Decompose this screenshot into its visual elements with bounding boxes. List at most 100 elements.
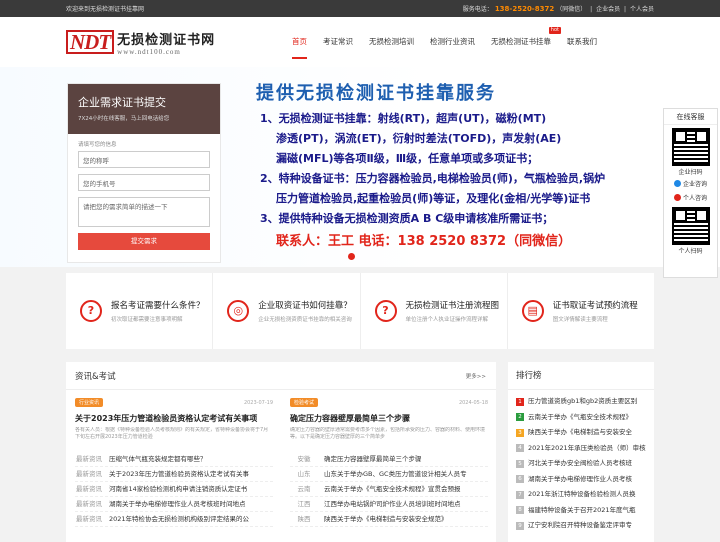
carousel-dot[interactable] xyxy=(348,253,355,260)
rank-item[interactable]: 4 2021年2021年承压类检验员（师）审核 xyxy=(516,441,646,457)
user-icon: ◎ xyxy=(227,300,250,322)
separator: | xyxy=(590,6,593,13)
hero: 提供无损检测证书挂靠服务 1、无损检测证书挂靠：射线(RT)，超声(UT)，磁粉… xyxy=(0,67,720,267)
item-title: 确定压力容器壁厚最简单三个步骤 xyxy=(324,455,422,463)
rank-number: 2 xyxy=(516,413,524,422)
rank-item[interactable]: 1 压力管道资质gb1和gb2资质主要区别 xyxy=(516,394,646,410)
nav-exam-knowledge[interactable]: 考证常识 xyxy=(315,17,361,67)
list-item[interactable]: 陕西 陕西关于举办《电梯制造与安装安全规范》 xyxy=(290,512,488,527)
personal-scan-label: 个人扫码 xyxy=(678,248,703,255)
list-item[interactable]: 山东 山东关于举办GB、GC类压力管道设计相关人员专 xyxy=(290,467,488,482)
separator: | xyxy=(624,6,627,13)
welcome-text: 欢迎来到无损检测证书挂靠网 xyxy=(66,6,145,13)
nav-certificate[interactable]: 无损检测证书挂靠 hot xyxy=(483,17,561,67)
list-item[interactable]: 云南 云南关于举办《气瓶安全技术规程》宣贯会预报 xyxy=(290,482,488,497)
rank-title: 辽宁安利院召开特种设备鉴定评审专 xyxy=(528,521,632,529)
service-sub: 企业无损检测资质证书挂靠的相关咨询 xyxy=(258,317,352,323)
list-item[interactable]: 最新资讯 2021年特检协会无损检测机构级别评定结果的公 xyxy=(75,512,273,527)
form-subtitle: 7X24小时在线客服，马上回电话给您 xyxy=(78,116,170,122)
corp-consult-link[interactable]: 企业咨询 xyxy=(664,176,717,190)
list-item[interactable]: 安徽 确定压力容器壁厚最简单三个步骤 xyxy=(290,452,488,467)
description-field[interactable]: 请把您的需求简单的描述一下 xyxy=(78,197,210,227)
submit-button[interactable]: 提交需求 xyxy=(78,233,210,250)
banner-line: 漏磁(MFL)等各项Ⅱ级，Ⅲ级，任意单项或多项证书； xyxy=(276,152,539,165)
item-title: 2021年特检协会无损检测机构级别评定结果的公 xyxy=(109,515,250,523)
service-strip: ? 报名考证需要什么条件？ 初次取证都需要注意事项明解 ◎ 企业取资证书如何挂靠？… xyxy=(66,273,654,349)
rank-title: 2021年2021年承压类检验员（师）审核 xyxy=(528,443,646,452)
nav-ndt-training[interactable]: 无损检测培训 xyxy=(361,17,422,67)
list-item[interactable]: 最新资讯 关于2023年压力管道检验员资格认定考试有关事 xyxy=(75,467,273,482)
news-header: 资讯&考试 更多>> xyxy=(66,362,496,390)
featured-headline[interactable]: 确定压力容器壁厚最简单三个步骤 xyxy=(290,413,488,424)
banner-line: 1、无损检测证书挂靠：射线(RT)，超声(UT)，磁粉(MT) xyxy=(260,112,547,125)
hero-banner[interactable]: 提供无损检测证书挂靠服务 1、无损检测证书挂靠：射线(RT)，超声(UT)，磁粉… xyxy=(226,67,720,267)
news-column-left: 行业资讯 2023-07-19 关于2023年压力管道检验员资格认定考试有关事项 … xyxy=(66,390,281,527)
featured-desc: 确定压力容器的壁厚通常需要考虑多个因素，包括所承受的压力、容器的材料、使用环境等… xyxy=(290,427,486,440)
banner-headline: 提供无损检测证书挂靠服务 xyxy=(256,83,496,104)
logo-name: 无损检测证书网 xyxy=(117,32,216,48)
ranking-panel: 排行榜 1 压力管道资质gb1和gb2资质主要区别 2 云南关于举办《气瓶安全技术规… xyxy=(508,362,654,542)
document-icon: ▤ xyxy=(521,300,544,322)
news-panel: 资讯&考试 更多>> 行业资讯 2023-07-19 关于2023年压力管道检验员… xyxy=(66,362,496,542)
item-category: 陕西 xyxy=(297,515,311,523)
service-title: 在线客服 xyxy=(664,109,717,125)
news-date: 2024-05-18 xyxy=(458,400,488,406)
more-link[interactable]: 更多>> xyxy=(466,372,486,380)
rank-item[interactable]: 3 陕西关于举办《电梯制造与安装安全 xyxy=(516,425,646,441)
category-tag[interactable]: 检验考试 xyxy=(290,398,319,407)
service-item[interactable]: ▤ 证书取证考试预约流程 图文详情解读主要流程 xyxy=(508,273,654,349)
service-item[interactable]: ? 无损检测证书注册流程图 单位注册个人执业证操作流程详解 xyxy=(361,273,508,349)
rank-title: 2021年浙江特种设备检验检测人员换 xyxy=(528,490,636,498)
corp-scan-label: 企业扫码 xyxy=(678,169,703,176)
nav-industry-news[interactable]: 检测行业资讯 xyxy=(422,17,483,67)
rank-number: 4 xyxy=(516,444,524,453)
featured-headline[interactable]: 关于2023年压力管道检验员资格认定考试有关事项 xyxy=(75,413,273,424)
login-link[interactable]: 企业会员 xyxy=(596,6,620,13)
item-title: 湖南关于举办电梯修理作业人员考核班时间地点 xyxy=(109,500,246,508)
rank-item[interactable]: 8 福建特种设备关于召开2021年度气瓶 xyxy=(516,503,646,519)
rank-item[interactable]: 2 云南关于举办《气瓶安全技术规程》 xyxy=(516,410,646,426)
phone-field[interactable]: 您的手机号 xyxy=(78,174,210,191)
service-title: 报名考证需要什么条件？ xyxy=(111,301,205,311)
form-title: 企业需求证书提交 xyxy=(78,96,166,109)
request-form: 企业需求证书提交 7X24小时在线客服，马上回电话给您 请填写您的信息 您的称呼… xyxy=(67,83,221,263)
rank-title: 压力管道资质gb1和gb2资质主要区别 xyxy=(528,397,638,405)
rank-title: 福建特种设备关于召开2021年度气瓶 xyxy=(528,505,636,514)
personal-consult-link[interactable]: 个人咨询 xyxy=(664,190,717,204)
category-tag[interactable]: 行业资讯 xyxy=(75,398,104,407)
item-title: 江西举办电站锅炉司炉作业人员培训班时间地点 xyxy=(324,500,461,508)
list-item[interactable]: 最新资讯 河南省14家检验检测机构申请注销资质认定证书 xyxy=(75,482,273,497)
item-title: 压缩气体气瓶充装规定都有哪些？ xyxy=(109,455,207,463)
personal-consult-label: 个人咨询 xyxy=(682,194,707,202)
banner-line: 渗透(PT)，涡流(ET)，衍射时差法(TOFD)，声发射(AE) xyxy=(276,132,562,145)
service-item[interactable]: ◎ 企业取资证书如何挂靠？ 企业无损检测资质证书挂靠的相关咨询 xyxy=(213,273,361,349)
list-item[interactable]: 最新资讯 压缩气体气瓶充装规定都有哪些？ xyxy=(75,452,273,467)
rank-item[interactable]: 6 湖南关于举办电梯修理作业人员考核 xyxy=(516,472,646,488)
personal-link[interactable]: 个人会员 xyxy=(630,6,654,13)
item-title: 关于2023年压力管道检验员资格认定考试有关事 xyxy=(109,470,250,478)
rank-item[interactable]: 5 河北关于举办安全阀检验人员考核班 xyxy=(516,456,646,472)
top-bar: 欢迎来到无损检测证书挂靠网 服务电话： 138-2520-8372 （同微信） | … xyxy=(0,0,720,17)
nav-contact[interactable]: 联系我们 xyxy=(559,17,605,67)
question-icon: ? xyxy=(374,300,397,322)
service-title: 无损检测证书注册流程图 xyxy=(405,301,500,311)
online-service-panel: 在线客服 企业扫码 企业咨询 个人咨询 个人扫码 xyxy=(663,108,718,278)
name-field[interactable]: 您的称呼 xyxy=(78,151,210,168)
banner-line: 压力管道检验员,起重检验员(师)等证，及理化(金相/光学等)证书 xyxy=(276,192,591,205)
rank-item[interactable]: 7 2021年浙江特种设备检验检测人员换 xyxy=(516,487,646,503)
item-title: 河南省14家检验检测机构申请注销资质认定证书 xyxy=(109,485,248,493)
form-label: 请填写您的信息 xyxy=(78,142,117,148)
rank-title: 陕西关于举办《电梯制造与安装安全 xyxy=(528,428,632,436)
news-column-right: 检验考试 2024-05-18 确定压力容器壁厚最简单三个步骤 确定压力容器的壁厚… xyxy=(281,390,496,527)
nav-home[interactable]: 首页 xyxy=(284,17,315,67)
site-logo[interactable]: NDT 无损检测证书网 www.ndt100.com xyxy=(66,29,215,56)
phone-note: （同微信） xyxy=(556,6,587,13)
rank-item[interactable]: 9 辽宁安利院召开特种设备鉴定评审专 xyxy=(516,518,646,534)
ranking-title: 排行榜 xyxy=(508,362,654,390)
list-item[interactable]: 江西 江西举办电站锅炉司炉作业人员培训班时间地点 xyxy=(290,497,488,512)
list-item[interactable]: 最新资讯 湖南关于举办电梯修理作业人员考核班时间地点 xyxy=(75,497,273,512)
rank-title: 河北关于举办安全阀检验人员考核班 xyxy=(528,459,632,467)
service-item[interactable]: ? 报名考证需要什么条件？ 初次取证都需要注意事项明解 xyxy=(66,273,214,349)
rank-title: 云南关于举办《气瓶安全技术规程》 xyxy=(528,412,632,421)
banner-line: 3、提供特种设备无损检测资质A B C级申请核准所需证书； xyxy=(260,212,554,225)
